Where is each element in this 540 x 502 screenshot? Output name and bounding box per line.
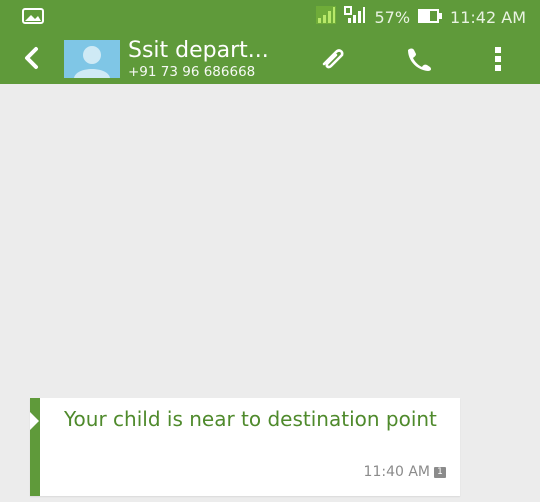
battery-icon xyxy=(418,8,443,27)
gallery-notification-icon xyxy=(22,8,44,28)
signal-sim1-icon xyxy=(316,6,337,28)
attach-icon[interactable] xyxy=(318,46,348,76)
sim-icon: 1 xyxy=(434,466,446,478)
contact-header[interactable]: Ssit depart... +91 73 96 686668 xyxy=(128,38,269,80)
conversation-area[interactable]: Your child is near to destination point … xyxy=(0,84,540,502)
message-bubble[interactable]: Your child is near to destination point … xyxy=(30,398,460,496)
battery-percent: 57% xyxy=(374,7,411,27)
status-bar: 57% 11:42 AM xyxy=(0,0,540,34)
contact-number: +91 73 96 686668 xyxy=(128,64,256,80)
app-bar: Ssit depart... +91 73 96 686668 xyxy=(0,34,540,84)
contact-name: Ssit depart... xyxy=(128,38,269,63)
message-meta: 11:40 AM 1 xyxy=(364,464,446,480)
call-icon[interactable] xyxy=(404,46,434,76)
avatar-icon[interactable] xyxy=(64,40,120,78)
message-text: Your child is near to destination point xyxy=(64,407,437,431)
back-icon[interactable] xyxy=(22,46,40,74)
message-time: 11:40 AM xyxy=(363,464,430,480)
bubble-notch xyxy=(30,412,39,430)
overflow-menu-icon[interactable] xyxy=(493,46,503,76)
signal-sim2-icon xyxy=(344,6,366,28)
clock: 11:42 AM xyxy=(450,7,526,27)
